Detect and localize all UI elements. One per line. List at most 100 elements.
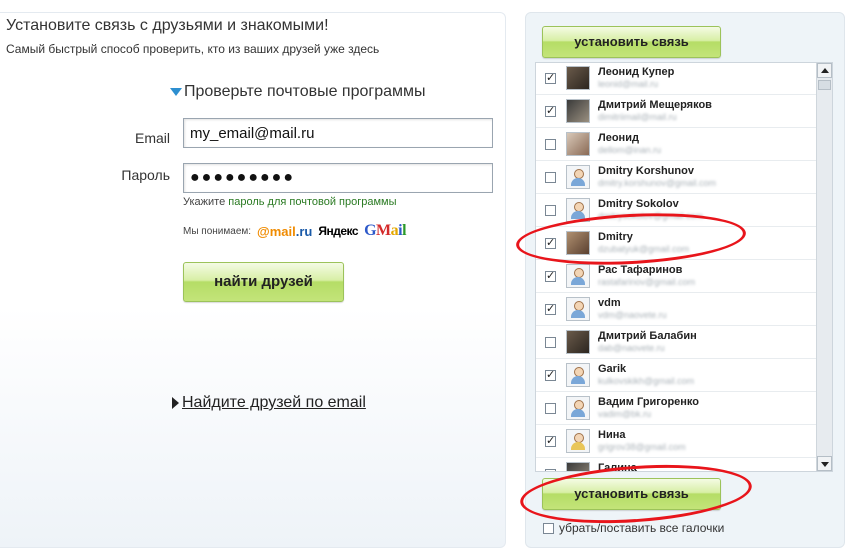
contact-text: Леонид dellom@inan.ru: [598, 132, 661, 156]
select-all-toggle[interactable]: убрать/поставить все галочки: [543, 521, 724, 535]
contact-name: Леонид Купер: [598, 66, 675, 78]
contact-checkbox[interactable]: ✓: [545, 72, 556, 84]
person-icon: [571, 432, 585, 450]
person-icon: [571, 366, 585, 384]
person-icon: [571, 267, 585, 285]
contact-text: Вадим Григоренко vadim@bk.ru: [598, 396, 699, 420]
contact-row[interactable]: ✓ Garik kulkovskikh@gmail.com: [536, 359, 816, 392]
contact-row[interactable]: ✓ Dmitry dzubatyuk@gmail.com: [536, 227, 816, 260]
connect-button-top[interactable]: установить связь: [542, 26, 721, 58]
select-all-label: убрать/поставить все галочки: [559, 521, 725, 535]
scroll-thumb[interactable]: [818, 80, 831, 90]
contact-email: dmitrysokolov@gmail.com: [598, 211, 704, 221]
contact-checkbox[interactable]: ✓: [545, 105, 556, 117]
person-icon: [571, 168, 585, 186]
contact-avatar: [566, 264, 590, 288]
contact-name: vdm: [598, 297, 621, 309]
contact-row[interactable]: ✓ Рас Тафаринов rastafarinov@gmail.com: [536, 260, 816, 293]
find-friends-button[interactable]: найти друзей: [183, 262, 344, 302]
contact-row[interactable]: ✓ Дмитрий Мещеряков dimitriimail@mail.ru: [536, 95, 816, 128]
supported-providers: Мы понимаем: @mail.ru Яндекс GMail: [183, 222, 407, 240]
contact-name: Леонид: [598, 132, 639, 144]
contact-row[interactable]: Dmitry Korshunov dmitry.korshunov@gmail.c…: [536, 161, 816, 194]
contact-row[interactable]: Леонид dellom@inan.ru: [536, 128, 816, 161]
password-help-link[interactable]: пароль для почтовой программы: [228, 196, 396, 208]
contact-text: Галинаgalina@mail.ru: [598, 462, 658, 472]
connect-button-bottom[interactable]: установить связь: [542, 478, 721, 510]
contact-checkbox[interactable]: [545, 204, 556, 216]
contact-name: Dmitry Korshunov: [598, 165, 694, 177]
contacts-list[interactable]: ✓ Леонид Купер leonid@mail.ru ✓ Дмитрий Меще…: [535, 62, 833, 472]
contact-checkbox[interactable]: ✓: [545, 369, 556, 381]
section-title: Проверьте почтовые программы: [184, 83, 426, 100]
contact-name: Дмитрий Мещеряков: [598, 99, 712, 111]
contact-avatar: [566, 396, 590, 420]
contact-checkbox[interactable]: ✓: [545, 303, 556, 315]
contact-checkbox[interactable]: ✓: [545, 237, 556, 249]
contact-avatar: [566, 330, 590, 354]
contact-avatar: [566, 462, 590, 471]
triangle-right-icon: [172, 397, 179, 409]
contact-text: Дмитрий Мещеряков dimitriimail@mail.ru: [598, 99, 712, 123]
contact-email: dzubatyuk@gmail.com: [598, 244, 690, 254]
contact-checkbox[interactable]: [545, 336, 556, 348]
check-mail-programs-toggle[interactable]: Проверьте почтовые программы: [170, 83, 426, 101]
contact-name: Вадим Григоренко: [598, 396, 700, 408]
contact-name: Нина: [598, 429, 626, 441]
contact-email: vdm@naovete.ru: [598, 310, 667, 320]
gmail-logo-icon: GMail: [364, 222, 407, 239]
contacts-scrollbar[interactable]: [816, 63, 832, 471]
find-by-email-toggle[interactable]: Найдите друзей по email: [172, 394, 366, 412]
contact-avatar: [566, 165, 590, 189]
contact-checkbox[interactable]: ✓: [545, 270, 556, 282]
supported-label: Мы понимаем:: [183, 225, 252, 237]
email-field[interactable]: [183, 118, 493, 148]
find-by-email-link[interactable]: Найдите друзей по email: [182, 394, 366, 412]
mailru-logo-icon: @mail.ru: [257, 223, 313, 239]
contact-row[interactable]: Dmitry Sokolov dmitrysokolov@gmail.com: [536, 194, 816, 227]
contact-avatar: [566, 363, 590, 387]
contact-name: Dmitry: [598, 231, 633, 243]
contact-checkbox[interactable]: [545, 171, 556, 183]
contact-avatar: [566, 231, 590, 255]
contact-checkbox[interactable]: [545, 402, 556, 414]
contact-email: grigrov38@gmail.com: [598, 442, 686, 452]
contact-row[interactable]: ✓ Леонид Купер leonid@mail.ru: [536, 63, 816, 95]
arrow-down-icon: [821, 462, 829, 467]
contact-row[interactable]: ✓ Нина grigrov38@gmail.com: [536, 425, 816, 458]
arrow-up-icon: [821, 68, 829, 73]
yandex-logo-icon: Яндекс: [318, 224, 359, 238]
contact-text: vdm vdm@naovete.ru: [598, 297, 667, 321]
contact-text: Dmitry dzubatyuk@gmail.com: [598, 231, 689, 255]
contact-email: dab@naovete.ru: [598, 343, 665, 353]
select-all-checkbox[interactable]: [543, 522, 554, 534]
contact-avatar: [566, 198, 590, 222]
contact-text: Рас Тафаринов rastafarinov@gmail.com: [598, 264, 695, 288]
contact-name: Dmitry Sokolov: [598, 198, 679, 210]
scroll-down-button[interactable]: [817, 456, 832, 471]
contact-row[interactable]: Галинаgalina@mail.ru: [536, 458, 816, 472]
contact-checkbox[interactable]: ✓: [545, 435, 556, 447]
person-icon: [571, 300, 585, 318]
contact-text: Леонид Купер leonid@mail.ru: [598, 66, 674, 90]
person-icon: [571, 399, 585, 417]
scroll-up-button[interactable]: [817, 63, 832, 78]
contact-checkbox[interactable]: [545, 138, 556, 150]
password-field[interactable]: [183, 163, 493, 193]
contact-row[interactable]: Вадим Григоренко vadim@bk.ru: [536, 392, 816, 425]
password-hint: Укажите пароль для почтовой программы: [183, 196, 397, 208]
contact-email: leonid@mail.ru: [598, 79, 659, 89]
page-subheadline: Самый быстрый способ проверить, кто из в…: [6, 42, 380, 56]
contact-email: rastafarinov@gmail.com: [598, 277, 696, 287]
contact-email: vadim@bk.ru: [598, 409, 652, 419]
contact-avatar: [566, 429, 590, 453]
contact-name: Галина: [598, 462, 637, 472]
contact-avatar: [566, 66, 590, 90]
contact-row[interactable]: Дмитрий Балабин dab@naovete.ru: [536, 326, 816, 359]
contact-text: Dmitry Korshunov dmitry.korshunov@gmail.c…: [598, 165, 716, 189]
contact-row[interactable]: ✓ vdm vdm@naovete.ru: [536, 293, 816, 326]
contact-text: Dmitry Sokolov dmitrysokolov@gmail.com: [598, 198, 703, 222]
contact-email: dimitriimail@mail.ru: [598, 112, 677, 122]
contact-checkbox[interactable]: [545, 468, 556, 471]
contact-email: dmitry.korshunov@gmail.com: [598, 178, 717, 188]
